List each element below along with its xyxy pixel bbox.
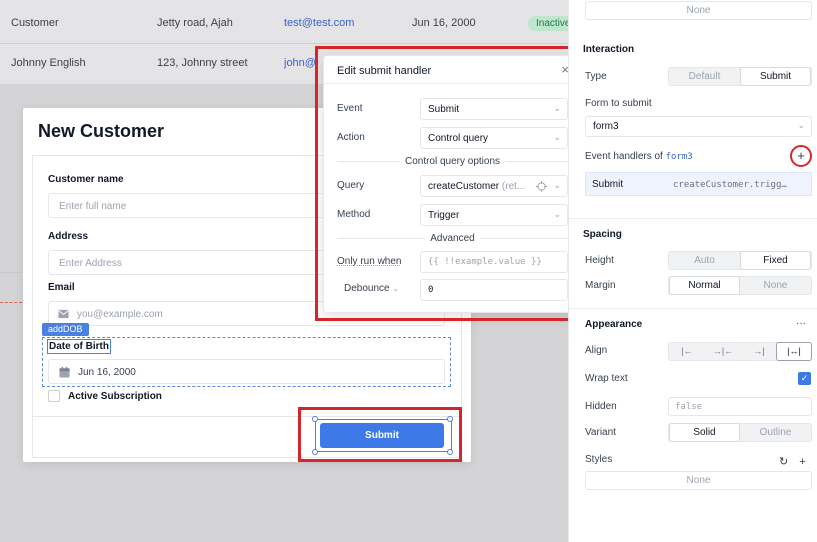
plus-icon: + xyxy=(797,148,805,163)
canvas-divider xyxy=(0,272,22,273)
height-option-auto[interactable]: Auto xyxy=(669,252,740,269)
dob-date-input[interactable]: Jun 16, 2000 xyxy=(48,359,445,384)
styles-none-box[interactable]: None xyxy=(585,471,812,490)
canvas-guide-line xyxy=(0,302,22,303)
plus-icon[interactable]: + xyxy=(799,456,805,468)
align-stretch-icon[interactable]: |↔| xyxy=(776,342,812,361)
cell-name: Customer xyxy=(11,17,59,29)
table-row[interactable]: Customer Jetty road, Ajah test@test.com … xyxy=(0,4,568,44)
active-subscription-label: Active Subscription xyxy=(68,391,162,402)
email-label: Email xyxy=(48,282,75,293)
wrap-text-label: Wrap text xyxy=(585,373,628,384)
cell-address: 123, Johnny street xyxy=(157,57,248,69)
customer-name-label: Customer name xyxy=(48,174,124,185)
hidden-input[interactable]: false xyxy=(668,397,812,416)
event-handlers-text: Event handlers of xyxy=(585,151,663,162)
event-handlers-code: form3 xyxy=(665,152,693,162)
styles-label: Styles xyxy=(585,454,613,465)
cell-date: Jun 16, 2000 xyxy=(412,17,476,29)
align-right-icon[interactable]: →| xyxy=(741,343,777,360)
event-handlers-label: Event handlers of form3 xyxy=(585,151,693,162)
form-to-submit-select[interactable]: form3 ⌄ xyxy=(585,116,812,137)
margin-label: Margin xyxy=(585,280,616,291)
add-event-handler-button[interactable]: + xyxy=(790,145,812,167)
variant-option-outline[interactable]: Outline xyxy=(740,424,811,441)
type-option-submit[interactable]: Submit xyxy=(740,67,811,86)
form-value: form3 xyxy=(593,121,619,132)
dob-component-tag[interactable]: addDOB xyxy=(42,323,89,336)
cell-email[interactable]: john@j xyxy=(284,57,318,69)
handler-event: Submit xyxy=(592,179,624,190)
interaction-heading: Interaction xyxy=(583,44,635,55)
address-label: Address xyxy=(48,231,89,242)
active-subscription-checkbox[interactable] xyxy=(48,390,60,402)
cell-address: Jetty road, Ajah xyxy=(157,17,233,29)
email-placeholder: you@example.com xyxy=(77,309,163,320)
event-handler-row[interactable]: Submit createCustomer.trigg… xyxy=(585,172,812,196)
inspector-panel: None Interaction Type Default Submit For… xyxy=(568,0,817,542)
variant-toggle[interactable]: Solid Outline xyxy=(668,423,812,442)
cell-name: Johnny English xyxy=(11,57,86,69)
variant-option-solid[interactable]: Solid xyxy=(669,423,740,442)
align-center-icon[interactable]: →|← xyxy=(705,343,741,360)
handler-action: createCustomer.trigg… xyxy=(673,180,787,190)
form-to-submit-label: Form to submit xyxy=(585,98,652,109)
margin-option-none[interactable]: None xyxy=(740,277,811,294)
styles-actions: ↻ + xyxy=(779,455,806,468)
align-toggle[interactable]: |← →|← →| |↔| xyxy=(668,342,812,361)
more-options-icon[interactable]: ··· xyxy=(796,318,806,329)
height-toggle[interactable]: Auto Fixed xyxy=(668,251,812,270)
type-label: Type xyxy=(585,71,607,82)
height-option-fixed[interactable]: Fixed xyxy=(740,251,811,270)
modal-title: New Customer xyxy=(38,121,165,141)
wrap-text-checkbox[interactable]: ✓ xyxy=(798,372,811,385)
top-none-box[interactable]: None xyxy=(585,1,812,20)
align-left-icon[interactable]: |← xyxy=(669,343,705,360)
section-divider xyxy=(569,218,817,219)
check-icon: ✓ xyxy=(800,373,809,383)
dob-label: Date of Birth xyxy=(47,339,111,354)
mail-icon xyxy=(58,309,69,319)
status-badge: Inactive xyxy=(528,16,568,31)
margin-toggle[interactable]: Normal None xyxy=(668,276,812,295)
reset-icon[interactable]: ↻ xyxy=(779,456,788,468)
chevron-down-icon: ⌄ xyxy=(797,120,805,130)
type-toggle[interactable]: Default Submit xyxy=(668,67,812,86)
dob-value: Jun 16, 2000 xyxy=(78,367,136,378)
annotation-highlight-popover xyxy=(315,46,587,321)
height-label: Height xyxy=(585,255,614,266)
hidden-label: Hidden xyxy=(585,401,617,412)
cell-email[interactable]: test@test.com xyxy=(284,17,354,29)
spacing-heading: Spacing xyxy=(583,229,622,240)
margin-option-normal[interactable]: Normal xyxy=(669,276,740,295)
align-label: Align xyxy=(585,345,608,356)
section-divider xyxy=(569,308,817,309)
appearance-heading: Appearance xyxy=(585,319,643,330)
type-option-default[interactable]: Default xyxy=(669,68,740,85)
variant-label: Variant xyxy=(585,427,616,438)
calendar-icon xyxy=(59,367,70,378)
annotation-highlight-submit xyxy=(298,407,462,462)
